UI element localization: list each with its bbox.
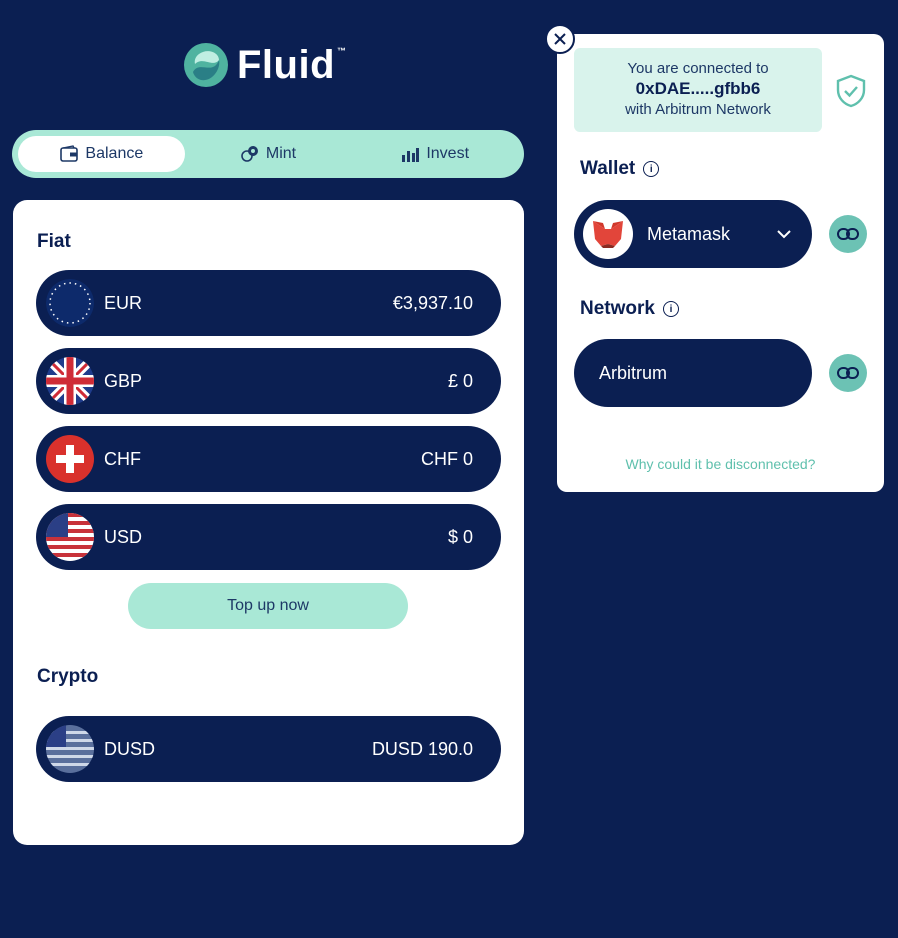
main-tabs: Balance Mint Invest xyxy=(12,130,524,178)
link-icon xyxy=(837,367,859,379)
balance-row-eur[interactable]: EUR €3,937.10 xyxy=(36,270,501,336)
network-label: Network i xyxy=(580,298,679,320)
network-link-button[interactable] xyxy=(829,354,867,392)
chart-icon xyxy=(402,148,420,162)
wallet-label-text: Wallet xyxy=(580,158,636,179)
fluid-logo-icon xyxy=(184,43,228,87)
why-disconnected-link[interactable]: Why could it be disconnected? xyxy=(557,456,884,472)
network-label-text: Network xyxy=(580,298,655,319)
swiss-flag-icon xyxy=(46,435,94,483)
app-stage: Fluid ™ Balance Mint Invest Fiat EUR €3,… xyxy=(0,0,898,938)
wallet-link-button[interactable] xyxy=(829,215,867,253)
connection-network-text: with Arbitrum Network xyxy=(625,101,771,118)
fiat-title: Fiat xyxy=(37,231,71,252)
chevron-down-icon xyxy=(777,230,791,239)
currency-amount: £ 0 xyxy=(447,370,473,391)
tab-invest-label: Invest xyxy=(426,145,470,162)
currency-amount: $ 0 xyxy=(447,526,473,547)
currency-code: DUSD xyxy=(104,738,156,759)
brand-name: Fluid xyxy=(237,42,336,87)
currency-amount: CHF 0 xyxy=(420,448,473,469)
currency-amount: DUSD 190.0 xyxy=(371,738,473,759)
tab-mint-label: Mint xyxy=(265,145,297,162)
tab-invest[interactable]: Invest xyxy=(351,136,518,172)
network-name: Arbitrum xyxy=(599,362,668,383)
tab-mint[interactable]: Mint xyxy=(185,136,352,172)
currency-amount: €3,937.10 xyxy=(392,292,473,313)
metamask-icon xyxy=(583,209,633,259)
link-icon xyxy=(837,228,859,240)
fluid-logo: Fluid ™ xyxy=(183,40,346,90)
info-icon[interactable]: i xyxy=(643,161,660,177)
connection-status-text: You are connected to xyxy=(627,60,769,77)
trademark-mark: ™ xyxy=(337,46,347,56)
close-panel-button[interactable] xyxy=(545,24,575,54)
wallet-label: Wallet i xyxy=(580,158,660,180)
currency-code: USD xyxy=(104,526,143,547)
wallet-address: 0xDAE.....gfbb6 xyxy=(635,79,761,98)
connection-status-box: You are connected to 0xDAE.....gfbb6 wit… xyxy=(574,48,822,132)
uk-flag-icon xyxy=(46,357,94,405)
balance-row-gbp[interactable]: GBP £ 0 xyxy=(36,348,501,414)
wallet-icon xyxy=(60,145,79,162)
info-icon[interactable]: i xyxy=(662,301,679,317)
currency-code: GBP xyxy=(104,370,143,391)
wallet-name: Metamask xyxy=(647,223,731,244)
balance-row-chf[interactable]: CHF CHF 0 xyxy=(36,426,501,492)
connection-panel: You are connected to 0xDAE.....gfbb6 wit… xyxy=(557,34,884,492)
tab-balance-label: Balance xyxy=(85,145,144,162)
crypto-title: Crypto xyxy=(37,666,99,687)
us-flag-icon xyxy=(46,513,94,561)
shield-check-icon xyxy=(836,74,866,108)
wallet-selector[interactable]: Metamask xyxy=(574,200,812,268)
top-up-button[interactable]: Top up now xyxy=(128,583,408,629)
coins-icon xyxy=(241,146,258,162)
tab-balance[interactable]: Balance xyxy=(18,136,185,172)
currency-code: CHF xyxy=(104,448,141,469)
eu-flag-icon xyxy=(46,279,94,327)
balance-row-dusd[interactable]: DUSD DUSD 190.0 xyxy=(36,716,501,782)
balance-row-usd[interactable]: USD $ 0 xyxy=(36,504,501,570)
dusd-flag-icon xyxy=(46,725,94,773)
close-icon xyxy=(554,33,566,45)
network-selector[interactable]: Arbitrum xyxy=(574,339,812,407)
balance-card: Fiat EUR €3,937.10 GBP £ 0 CHF CHF 0 USD… xyxy=(13,200,524,845)
currency-code: EUR xyxy=(104,292,143,313)
